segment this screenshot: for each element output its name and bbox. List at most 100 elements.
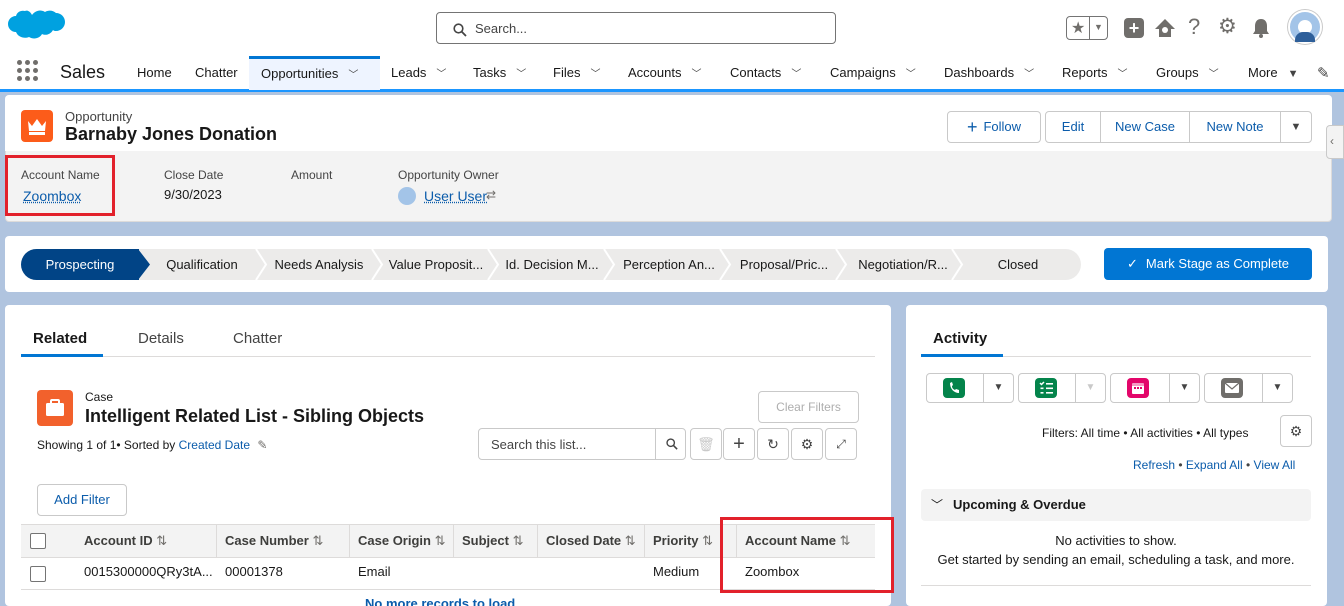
new-event-button[interactable]: ▼ <box>1110 373 1200 403</box>
caret-down-icon[interactable]: ▼ <box>1262 374 1292 402</box>
related-list-summary: Showing 1 of 1• Sorted by Created Date ✎ <box>37 438 267 452</box>
expand-icon[interactable]: ⤢ <box>825 428 857 460</box>
nav-item-campaigns[interactable]: Campaigns ﹀ <box>830 56 916 90</box>
delete-trash-icon[interactable]: 🗑 <box>690 428 722 460</box>
chevron-down-icon[interactable]: ﹀ <box>1024 69 1034 80</box>
tab-chatter[interactable]: Chatter <box>233 330 282 347</box>
caret-down-icon[interactable]: ▼ <box>983 374 1013 402</box>
chevron-down-icon[interactable]: ﹀ <box>436 69 446 80</box>
chevron-down-icon[interactable]: ﹀ <box>906 69 916 80</box>
send-email-button[interactable]: ▼ <box>1204 373 1293 403</box>
view-all-link[interactable]: View All <box>1254 458 1296 472</box>
caret-down-icon[interactable]: ▼ <box>1169 374 1199 402</box>
nav-item-reports[interactable]: Reports ﹀ <box>1062 56 1128 90</box>
sort-arrows-icon: ⇅ <box>625 533 636 548</box>
search-placeholder: Search... <box>475 21 527 36</box>
user-avatar[interactable] <box>1288 10 1322 44</box>
nav-item-opportunities[interactable]: Opportunities ﹀ <box>249 56 380 90</box>
settings-gear-icon[interactable]: ⚙ <box>791 428 823 460</box>
owner-avatar <box>398 187 416 205</box>
get-started-text: Get started by sending an email, schedul… <box>921 552 1311 567</box>
setup-gear-icon[interactable]: ⚙ <box>1218 14 1237 39</box>
new-note-button[interactable]: New Note <box>1189 111 1281 143</box>
nav-item-home[interactable]: Home <box>137 56 172 90</box>
more-actions-dropdown[interactable]: ▼ <box>1280 111 1312 143</box>
select-all-checkbox[interactable] <box>30 533 46 549</box>
nav-item-more[interactable]: More ▼ <box>1248 56 1299 90</box>
chevron-down-icon[interactable]: ﹀ <box>516 69 526 80</box>
nav-item-files[interactable]: Files ﹀ <box>553 56 600 90</box>
nav-item-contacts[interactable]: Contacts ﹀ <box>730 56 801 90</box>
log-call-button[interactable]: ▼ <box>926 373 1014 403</box>
account-name-label: Account Name <box>21 168 100 182</box>
refresh-icon[interactable]: ↻ <box>757 428 789 460</box>
new-case-button[interactable]: New Case <box>1100 111 1190 143</box>
activity-filter-settings-icon[interactable]: ⚙ <box>1280 415 1312 447</box>
column-header-case-origin[interactable]: Case Origin ⇅ <box>350 524 454 558</box>
change-owner-icon[interactable]: ⇄ <box>486 188 496 202</box>
clear-filters-button[interactable]: Clear Filters <box>758 391 859 423</box>
global-search-input[interactable]: Search... <box>436 12 836 44</box>
activity-filters-text: Filters: All time • All activities • All… <box>1042 426 1248 440</box>
nav-item-dashboards[interactable]: Dashboards ﹀ <box>944 56 1034 90</box>
nav-item-chatter[interactable]: Chatter <box>195 56 238 90</box>
app-name: Sales <box>60 62 105 83</box>
star-icon: ★ <box>1071 18 1085 38</box>
nav-item-accounts[interactable]: Accounts ﹀ <box>628 56 701 90</box>
case-briefcase-icon <box>37 390 73 426</box>
upcoming-overdue-section-header[interactable]: ﹀ Upcoming & Overdue <box>921 489 1311 521</box>
expand-all-link[interactable]: Expand All <box>1186 458 1243 472</box>
chevron-down-icon[interactable]: ﹀ <box>691 69 701 80</box>
column-header-closed-date[interactable]: Closed Date ⇅ <box>538 524 645 558</box>
row-checkbox[interactable] <box>30 566 46 582</box>
new-task-button[interactable]: ▼ <box>1018 373 1106 403</box>
chevron-down-icon[interactable]: ﹀ <box>791 69 801 80</box>
no-more-records-text: No more records to load <box>365 596 515 606</box>
no-activities-text: No activities to show. <box>921 533 1311 548</box>
add-filter-button[interactable]: Add Filter <box>37 484 127 516</box>
utility-panel-toggle[interactable]: ‹ <box>1326 125 1344 159</box>
related-list-title[interactable]: Intelligent Related List - Sibling Objec… <box>85 406 424 427</box>
add-plus-icon[interactable]: + <box>723 428 755 460</box>
highlight-box-account-name-column <box>720 517 894 593</box>
search-icon[interactable] <box>666 438 678 450</box>
sort-arrows-icon: ⇅ <box>312 533 323 548</box>
follow-button[interactable]: + Follow <box>947 111 1041 143</box>
chevron-down-icon[interactable]: ﹀ <box>590 69 600 80</box>
chevron-down-icon[interactable]: ﹀ <box>1118 69 1128 80</box>
tab-activity[interactable]: Activity <box>933 330 987 347</box>
owner-link[interactable]: User User <box>424 188 487 204</box>
mark-stage-complete-button[interactable]: ✓ Mark Stage as Complete <box>1104 248 1312 280</box>
chevron-down-icon[interactable]: ﹀ <box>348 70 358 81</box>
refresh-link[interactable]: Refresh <box>1133 458 1175 472</box>
path-stage-closed[interactable]: Closed <box>966 249 1070 280</box>
app-launcher-icon[interactable] <box>17 60 39 82</box>
account-name-link[interactable]: Zoombox <box>23 188 81 204</box>
cell-case-number-link[interactable]: 00001378 <box>225 564 283 579</box>
help-icon[interactable]: ? <box>1188 14 1200 40</box>
path-stage-prospecting[interactable]: Prospecting <box>21 249 139 280</box>
edit-nav-pencil-icon[interactable]: ✎ <box>1317 64 1330 82</box>
column-header-account-id[interactable]: Account ID ⇅ <box>76 524 217 558</box>
search-list-input[interactable]: Search this list... <box>478 428 686 460</box>
chevron-down-icon[interactable]: ﹀ <box>1209 69 1219 80</box>
nav-item-leads[interactable]: Leads ﹀ <box>391 56 446 90</box>
caret-down-icon[interactable]: ▼ <box>1075 374 1105 402</box>
highlight-box-account-name <box>5 155 115 216</box>
trailhead-icon[interactable] <box>1153 17 1177 39</box>
favorites-button[interactable]: ★ ▼ <box>1066 16 1108 40</box>
salesforce-logo[interactable] <box>8 9 66 49</box>
column-header-subject[interactable]: Subject ⇅ <box>454 524 538 558</box>
sorted-by-field[interactable]: Created Date <box>179 438 250 452</box>
close-date-value: 9/30/2023 <box>164 187 222 202</box>
global-create-icon[interactable]: + <box>1124 18 1144 38</box>
nav-item-tasks[interactable]: Tasks ﹀ <box>473 56 526 90</box>
chevron-down-icon: ▼ <box>1094 22 1103 32</box>
edit-sort-pencil-icon[interactable]: ✎ <box>257 438 267 452</box>
tab-details[interactable]: Details <box>138 330 184 347</box>
column-header-case-number[interactable]: Case Number ⇅ <box>217 524 350 558</box>
tab-related[interactable]: Related <box>33 330 87 347</box>
nav-item-groups[interactable]: Groups ﹀ <box>1156 56 1219 90</box>
edit-button[interactable]: Edit <box>1045 111 1101 143</box>
notifications-bell-icon[interactable] <box>1251 17 1271 39</box>
